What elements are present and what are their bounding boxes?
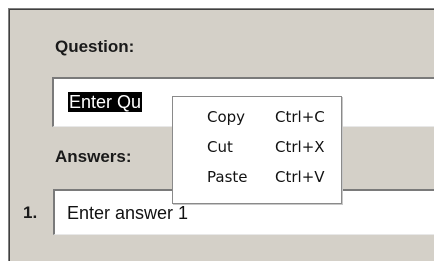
context-menu: Copy Ctrl+C Cut Ctrl+X Paste Ctrl+V — [172, 96, 342, 204]
menu-item-shortcut: Ctrl+V — [275, 168, 325, 186]
menu-item-paste[interactable]: Paste Ctrl+V — [173, 164, 341, 190]
menu-item-shortcut: Ctrl+X — [275, 138, 325, 156]
menu-item-copy[interactable]: Copy Ctrl+C — [173, 104, 341, 130]
menu-item-shortcut: Ctrl+C — [275, 108, 325, 126]
menu-item-label: Paste — [207, 168, 248, 186]
menu-item-label: Copy — [207, 108, 246, 126]
answers-label: Answers: — [55, 147, 132, 166]
question-label: Question: — [55, 37, 135, 56]
answer-number-label: 1. — [23, 203, 38, 222]
menu-item-cut[interactable]: Cut Ctrl+X — [173, 134, 341, 160]
window-frame: Question: Enter Qu Answers: 1. Enter ans… — [0, 0, 434, 268]
menu-item-label: Cut — [207, 138, 233, 156]
answer-input-text[interactable]: Enter answer 1 — [67, 202, 188, 224]
question-selected-text[interactable]: Enter Qu — [68, 92, 143, 112]
